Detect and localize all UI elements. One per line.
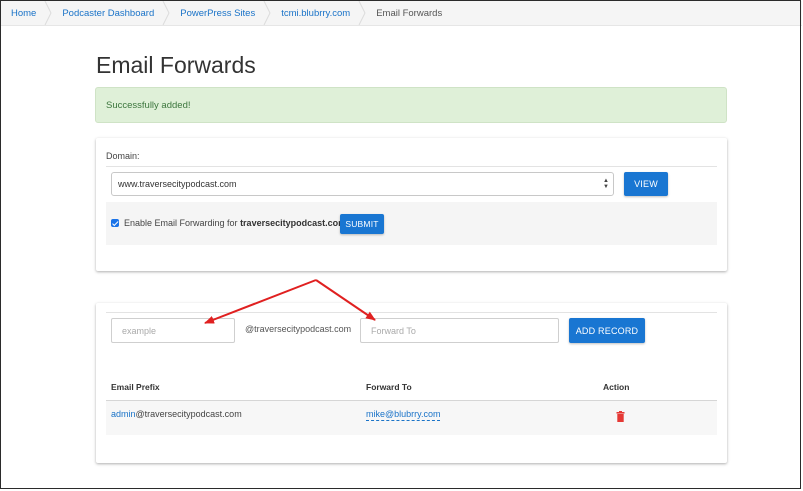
- divider: [106, 166, 717, 167]
- breadcrumb: Home Podcaster Dashboard PowerPress Site…: [1, 1, 802, 26]
- prefix-domain: @traversecitypodcast.com: [135, 409, 242, 419]
- forwarding-toggle-area: Enable Email Forwarding for traversecity…: [106, 202, 717, 245]
- domain-label: Domain:: [106, 151, 140, 161]
- page-title: Email Forwards: [96, 52, 256, 78]
- enable-forwarding-label: Enable Email Forwarding for traversecity…: [124, 218, 346, 228]
- breadcrumb-current: Email Forwards: [376, 7, 443, 19]
- row-email-prefix: admin@traversecitypodcast.com: [111, 409, 242, 419]
- breadcrumb-separator-icon: [44, 1, 52, 25]
- select-arrows-icon: ▲ ▼: [603, 178, 609, 190]
- enable-forwarding-checkbox[interactable]: [111, 219, 119, 227]
- breadcrumb-separator-icon: [358, 1, 366, 25]
- forward-to-placeholder: Forward To: [371, 325, 416, 336]
- domain-select-value: www.traversecitypodcast.com: [118, 179, 237, 189]
- domain-select[interactable]: www.traversecitypodcast.com ▲ ▼: [111, 172, 614, 196]
- alert-text: Successfully added!: [106, 99, 191, 111]
- email-prefix-placeholder: example: [122, 325, 157, 336]
- header-forward-to: Forward To: [366, 382, 412, 392]
- records-card: example @traversecitypodcast.com Forward…: [96, 303, 727, 463]
- breadcrumb-separator-icon: [162, 1, 170, 25]
- breadcrumb-powerpress-sites[interactable]: PowerPress Sites: [170, 1, 263, 25]
- success-alert: Successfully added!: [95, 87, 727, 123]
- divider: [106, 312, 717, 313]
- breadcrumb-podcaster-dashboard[interactable]: Podcaster Dashboard: [52, 1, 162, 25]
- breadcrumb-site[interactable]: tcmi.blubrry.com: [271, 1, 358, 25]
- email-prefix-input[interactable]: example: [111, 318, 235, 343]
- enable-forwarding-domain: traversecitypodcast.com: [240, 218, 347, 228]
- submit-button[interactable]: SUBMIT: [340, 214, 384, 234]
- trash-icon[interactable]: [616, 411, 625, 422]
- view-button[interactable]: VIEW: [624, 172, 668, 196]
- add-record-button[interactable]: ADD RECORD: [569, 318, 645, 343]
- header-email-prefix: Email Prefix: [111, 382, 160, 392]
- breadcrumb-separator-icon: [263, 1, 271, 25]
- domain-card: Domain: www.traversecitypodcast.com ▲ ▼ V…: [96, 138, 727, 271]
- forward-to-input[interactable]: Forward To: [360, 318, 559, 343]
- at-domain-label: @traversecitypodcast.com: [245, 324, 352, 334]
- enable-forwarding-text: Enable Email Forwarding for: [124, 218, 241, 228]
- header-action: Action: [603, 382, 630, 392]
- prefix-user: admin: [111, 409, 136, 419]
- row-forward-to[interactable]: mike@blubrry.com: [366, 409, 441, 421]
- breadcrumb-home[interactable]: Home: [1, 1, 44, 25]
